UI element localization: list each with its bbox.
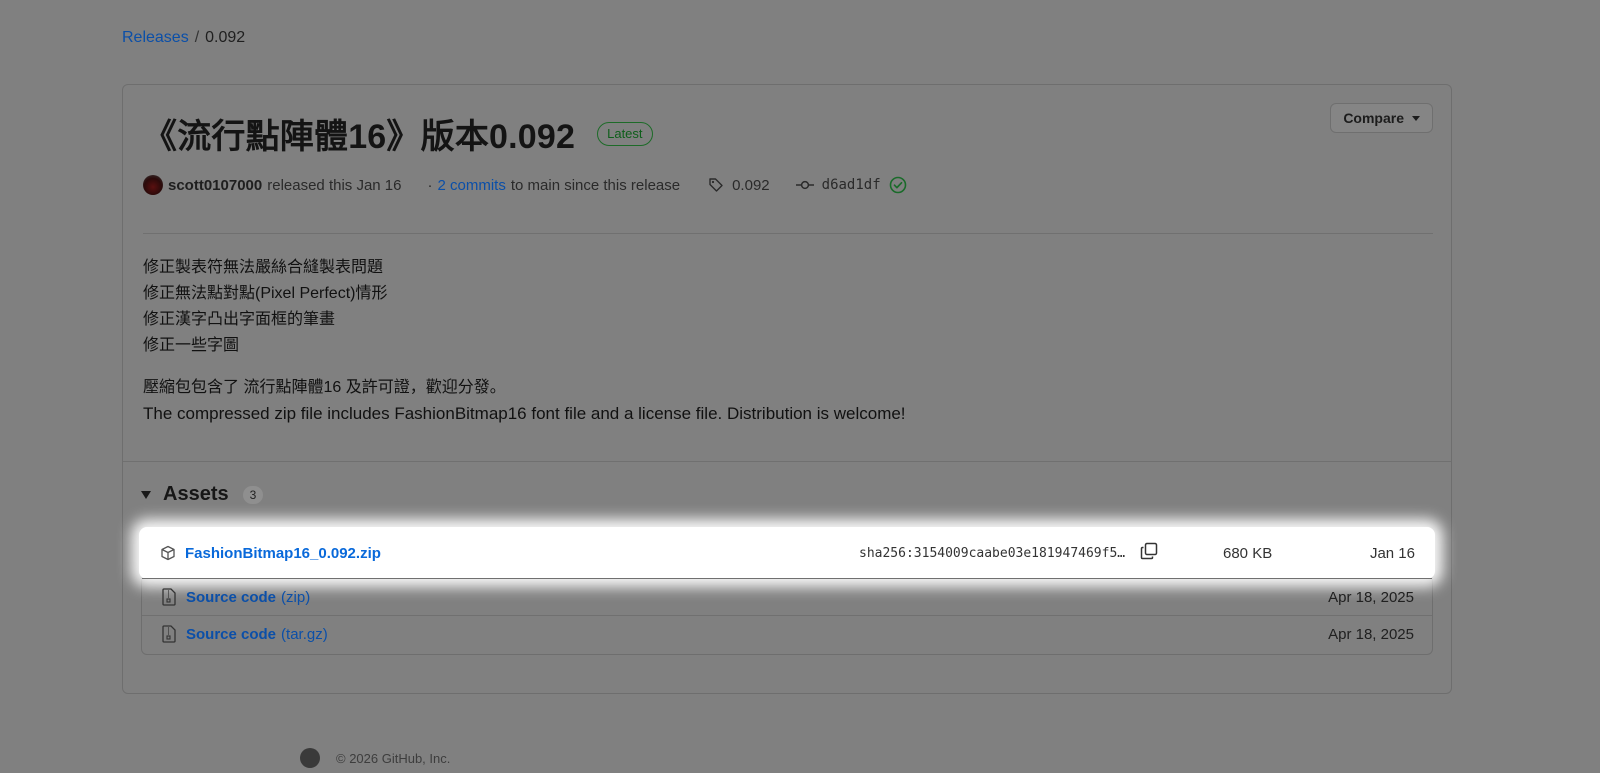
- asset-sha256: sha256:3154009caabe03e181947469f5…: [859, 545, 1126, 561]
- asset-row-source-targz: Source code (tar.gz) Apr 18, 2025: [142, 615, 1432, 652]
- package-icon: [159, 545, 177, 561]
- note-line: 修正漢字凸出字面框的筆畫: [143, 311, 336, 328]
- asset-row-source-zip: Source code (zip) Apr 18, 2025: [142, 578, 1432, 615]
- tag-label: 0.092: [732, 176, 770, 194]
- asset-row-zip: FashionBitmap16_0.092.zip sha256:3154009…: [139, 527, 1435, 579]
- commits-suffix: to main since this release: [510, 176, 681, 194]
- asset-date: Jan 16: [1369, 544, 1415, 562]
- avatar[interactable]: [143, 175, 163, 195]
- header-divider: [143, 233, 1433, 234]
- assets-toggle[interactable]: Assets 3: [141, 483, 264, 506]
- note-en-summary: The compressed zip file includes Fashion…: [143, 404, 906, 423]
- commits-link[interactable]: 2 commits: [438, 177, 506, 194]
- release-header: 《流行點陣體16》版本0.092 Latest: [143, 109, 653, 158]
- release-title: 《流行點陣體16》版本0.092: [143, 118, 576, 156]
- assets-title: Assets: [163, 483, 229, 505]
- release-meta: scott0107000 released this Jan 16 · 2 co…: [143, 175, 907, 195]
- release-notes: 修正製表符無法嚴絲合縫製表問題 修正無法點對點(Pixel Perfect)情形…: [143, 255, 906, 427]
- footer: © 2026 GitHub, Inc.: [300, 748, 450, 768]
- asset-date: Apr 18, 2025: [1328, 625, 1414, 643]
- assets-count: 3: [242, 485, 264, 504]
- breadcrumb-separator: /: [194, 29, 200, 46]
- compare-label: Compare: [1343, 110, 1404, 126]
- chevron-down-icon: [1412, 115, 1420, 121]
- breadcrumb-releases-link[interactable]: Releases: [122, 29, 189, 46]
- copy-icon[interactable]: [1140, 542, 1158, 564]
- asset-size: 680 KB: [1223, 544, 1273, 562]
- compare-button[interactable]: Compare: [1330, 103, 1433, 133]
- meta-dot: ·: [427, 176, 433, 194]
- note-line: 修正無法點對點(Pixel Perfect)情形: [143, 285, 388, 302]
- triangle-down-icon: [141, 490, 151, 499]
- source-code-zip-suffix: (zip): [281, 588, 311, 606]
- file-zip-icon: [160, 588, 178, 606]
- note-line: 修正一些字圖: [143, 337, 240, 354]
- file-zip-icon: [160, 625, 178, 643]
- asset-date: Apr 18, 2025: [1328, 588, 1414, 606]
- tag-link[interactable]: 0.092: [708, 177, 770, 194]
- git-commit-icon: [795, 180, 814, 190]
- tag-icon: [709, 178, 723, 192]
- asset-download-link[interactable]: FashionBitmap16_0.092.zip: [185, 545, 381, 562]
- github-logo-icon[interactable]: [300, 748, 320, 768]
- released-text: released this Jan 16: [267, 176, 402, 194]
- release-card: 《流行點陣體16》版本0.092 Latest Compare scott010…: [122, 84, 1452, 694]
- assets-list: FashionBitmap16_0.092.zip sha256:3154009…: [139, 527, 1435, 655]
- source-code-targz-link[interactable]: Source code: [186, 626, 276, 643]
- source-code-targz-suffix: (tar.gz): [281, 625, 328, 643]
- breadcrumb-current: 0.092: [205, 29, 246, 46]
- footer-copyright: © 2026 GitHub, Inc.: [336, 750, 451, 766]
- author-link[interactable]: scott0107000: [168, 177, 262, 194]
- assets-divider: [123, 461, 1451, 462]
- breadcrumb: Releases / 0.092: [122, 29, 245, 47]
- latest-badge: Latest: [597, 121, 653, 146]
- source-code-zip-link[interactable]: Source code: [186, 589, 276, 606]
- verified-check-icon[interactable]: [889, 176, 907, 194]
- commit-link[interactable]: d6ad1df: [795, 176, 907, 194]
- commit-sha: d6ad1df: [821, 177, 881, 193]
- note-zh-summary: 壓縮包包含了 流行點陣體16 及許可證，歡迎分發。: [143, 379, 506, 396]
- notes-gap: [143, 359, 906, 375]
- note-line: 修正製表符無法嚴絲合縫製表問題: [143, 259, 384, 276]
